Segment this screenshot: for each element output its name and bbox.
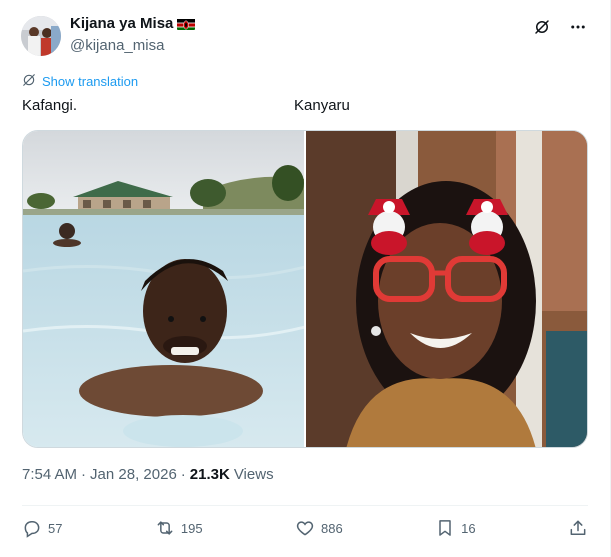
action-bar: 57 195 886 16 <box>22 515 588 541</box>
avatar[interactable] <box>21 16 61 56</box>
share-button[interactable] <box>568 518 588 538</box>
grok-icon[interactable] <box>532 17 552 37</box>
bookmark-icon <box>439 520 451 536</box>
views-count: 21.3K <box>189 466 230 483</box>
author-name[interactable]: Kijana ya Misa <box>70 15 173 32</box>
man-swimming-in-pool-photo[interactable] <box>23 131 304 447</box>
show-translation-link[interactable]: Show translation <box>22 73 138 90</box>
like-count: 886 <box>320 520 343 536</box>
author-handle[interactable]: @kijana_misa <box>70 37 164 54</box>
meta-separator: · <box>180 466 186 483</box>
bookmark-button[interactable]: 16 <box>435 518 476 538</box>
translate-globe-icon <box>22 73 36 90</box>
kenya-flag-icon <box>177 18 196 30</box>
tweet-date[interactable]: Jan 28, 2026 <box>90 466 177 483</box>
views-label: Views <box>233 466 274 483</box>
tweet-text-right: Kanyaru <box>294 97 350 114</box>
bookmark-count: 16 <box>461 520 476 536</box>
tweet-top-actions <box>532 17 588 37</box>
tweet-card: Kijana ya Misa @kijana_misa Show transla… <box>0 0 611 557</box>
divider <box>22 505 588 506</box>
tweet-time[interactable]: 7:54 AM <box>22 466 77 483</box>
show-translation-label[interactable]: Show translation <box>42 74 138 89</box>
tweet-meta: 7:54 AM · Jan 28, 2026 · 21.3K Views <box>22 466 274 483</box>
tweet-text-left: Kafangi. <box>22 97 78 114</box>
woman-with-christmas-glasses-photo[interactable] <box>306 131 587 447</box>
like-button[interactable]: 886 <box>295 518 343 538</box>
more-horizontal-icon[interactable] <box>568 17 588 37</box>
media-grid <box>22 130 588 448</box>
share-icon <box>570 520 586 535</box>
reply-count: 57 <box>48 520 63 536</box>
heart-icon <box>296 521 314 536</box>
repost-count: 195 <box>180 520 203 536</box>
reply-icon <box>24 521 40 538</box>
repost-button[interactable]: 195 <box>155 518 203 538</box>
reply-button[interactable]: 57 <box>22 518 62 538</box>
author-name-row[interactable]: Kijana ya Misa <box>70 15 196 32</box>
repost-icon <box>157 521 173 535</box>
meta-separator: · <box>81 466 87 483</box>
